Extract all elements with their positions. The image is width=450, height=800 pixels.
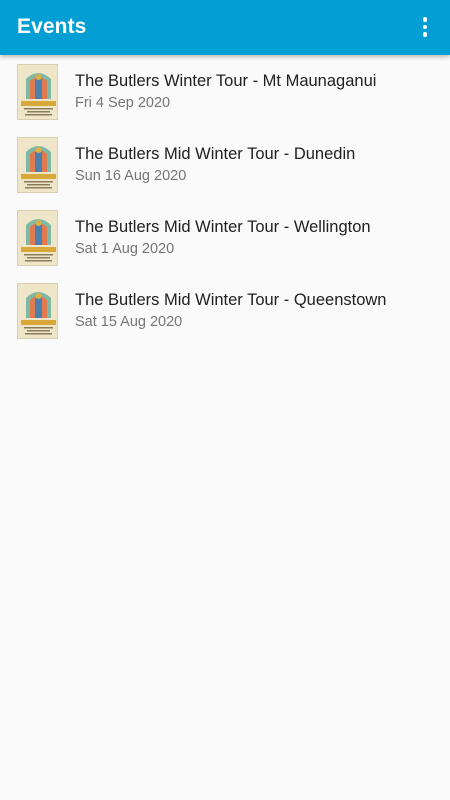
list-item[interactable]: The Butlers Winter Tour - Mt Maunaganui … — [0, 55, 450, 128]
list-item[interactable]: The Butlers Mid Winter Tour - Queenstown… — [0, 274, 450, 347]
event-date: Sun 16 Aug 2020 — [75, 168, 187, 184]
more-vert-icon[interactable] — [410, 11, 440, 43]
events-list: The Butlers Winter Tour - Mt Maunaganui … — [0, 55, 450, 347]
event-date: Sat 1 Aug 2020 — [75, 241, 175, 257]
event-title: The Butlers Mid Winter Tour - Dunedin — [75, 145, 356, 163]
app-bar: Events — [0, 0, 450, 55]
list-item[interactable]: The Butlers Mid Winter Tour - Dunedin Su… — [0, 128, 450, 201]
event-title: The Butlers Mid Winter Tour - Queenstown — [75, 291, 387, 309]
event-date: Sat 15 Aug 2020 — [75, 314, 183, 330]
event-poster-thumbnail — [17, 210, 58, 266]
event-title: The Butlers Mid Winter Tour - Wellington — [75, 218, 371, 236]
page-title: Events — [17, 15, 87, 38]
event-date: Fri 4 Sep 2020 — [75, 95, 171, 111]
event-poster-thumbnail — [17, 283, 58, 339]
event-title: The Butlers Winter Tour - Mt Maunaganui — [75, 72, 377, 90]
event-poster-thumbnail — [17, 64, 58, 120]
list-item[interactable]: The Butlers Mid Winter Tour - Wellington… — [0, 201, 450, 274]
event-poster-thumbnail — [17, 137, 58, 193]
